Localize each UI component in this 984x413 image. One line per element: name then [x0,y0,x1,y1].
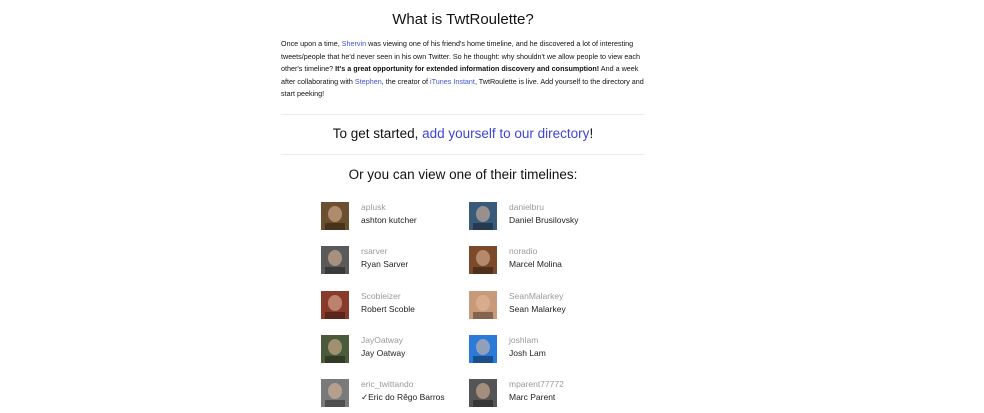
user-name[interactable]: Daniel Brusilovsky [509,214,578,226]
user-handle[interactable]: Scobleizer [361,291,401,302]
user-name[interactable]: ashton kutcher [361,214,417,226]
divider [281,113,645,115]
page: What is TwtRoulette? Once upon a time, S… [0,0,984,413]
itunes-instant-link[interactable]: iTunes Instant [430,77,475,86]
avatar[interactable] [469,379,497,408]
user-handle[interactable]: joshlam [509,335,538,346]
user-item[interactable]: rsarver Ryan Sarver [321,246,461,282]
user-handle[interactable]: danielbru [509,202,544,213]
user-name[interactable]: Josh Lam [509,347,546,359]
user-name[interactable]: ✓Eric do Rêgo Barros [361,391,445,403]
get-started-callout: To get started, add yourself to our dire… [281,126,645,154]
avatar[interactable] [469,202,497,230]
user-name[interactable]: Jay Oatway [361,347,405,359]
user-handle[interactable]: JayOatway [361,335,403,346]
stephen-link[interactable]: Stephen [355,77,382,86]
user-handle[interactable]: eric_twittando [361,379,413,390]
user-item[interactable]: danielbru Daniel Brusilovsky [469,202,609,238]
story-bold-text: It's a great opportunity for extended in… [335,64,600,73]
cta-suffix: ! [589,125,594,141]
story-paragraph: Once upon a time, Shervin was viewing on… [281,38,645,101]
avatar[interactable] [321,246,349,275]
cta-prefix: To get started, [332,125,423,141]
avatar[interactable] [469,290,497,319]
story-text-1: Once upon a time, [281,39,342,48]
user-item[interactable]: SeanMalarkey Sean Malarkey [469,290,609,327]
user-handle[interactable]: mparent77772 [509,379,564,390]
user-name[interactable]: Ryan Sarver [361,258,408,270]
avatar[interactable] [321,379,349,408]
main-content: What is TwtRoulette? Once upon a time, S… [281,0,645,183]
avatar[interactable] [321,290,349,319]
user-item[interactable]: aplusk ashton kutcher [321,202,461,238]
user-item[interactable]: mparent77772 Marc Parent [469,379,609,413]
avatar[interactable] [469,334,497,363]
user-name[interactable]: Marcel Molina [509,258,562,270]
page-title: What is TwtRoulette? [392,11,534,28]
avatar[interactable] [469,246,497,275]
user-handle[interactable]: aplusk [361,202,386,213]
user-item[interactable]: noradio Marcel Molina [469,246,609,282]
user-item[interactable]: JayOatway Jay Oatway [321,334,461,371]
user-item[interactable]: joshlam Josh Lam [469,334,609,371]
user-item[interactable]: Scobleizer Robert Scoble [321,290,461,327]
user-handle[interactable]: rsarver [361,246,387,257]
avatar[interactable] [321,334,349,363]
story-text-4: , the creator of [381,76,431,86]
add-yourself-link[interactable]: add yourself to our directory [422,126,589,141]
shervin-link[interactable]: Shervin [342,39,366,48]
user-name[interactable]: Marc Parent [509,391,555,403]
user-handle[interactable]: noradio [509,246,537,257]
user-name[interactable]: Robert Scoble [361,303,415,315]
timelines-heading: Or you can view one of their timelines: [348,166,578,182]
user-handle[interactable]: SeanMalarkey [509,291,563,302]
user-item[interactable]: eric_twittando ✓Eric do Rêgo Barros [321,379,461,413]
user-name[interactable]: Sean Malarkey [509,303,566,315]
divider [281,153,645,155]
avatar[interactable] [321,202,349,230]
